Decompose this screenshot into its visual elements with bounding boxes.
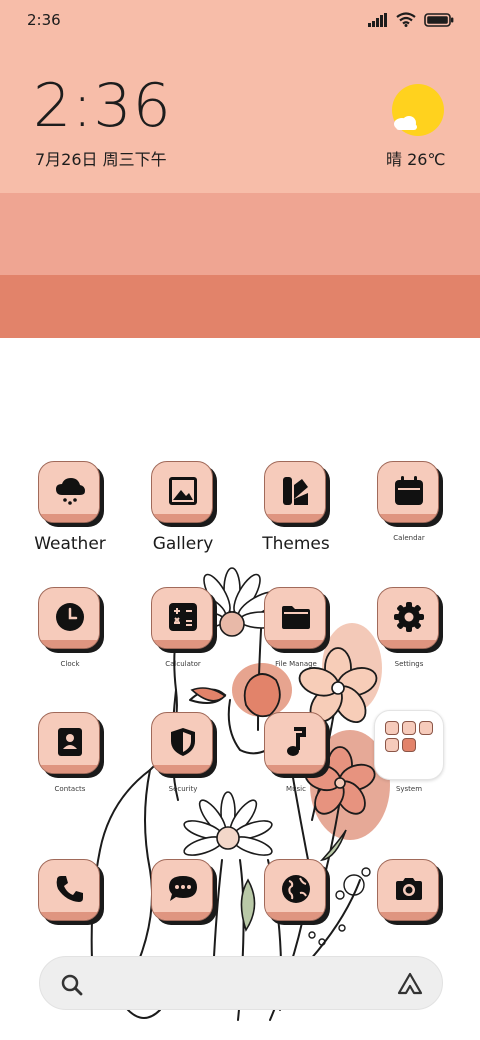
app-label: Themes xyxy=(262,534,330,554)
search-icon[interactable] xyxy=(60,973,84,997)
wallpaper-band-bottom xyxy=(0,275,480,338)
cloud-snow-icon xyxy=(56,478,85,505)
battery-icon xyxy=(424,12,454,27)
app-label: Calculator xyxy=(165,660,201,668)
app-label: Calendar xyxy=(393,534,425,542)
app-label: Settings xyxy=(394,660,424,668)
app-label: Clock xyxy=(60,660,80,668)
cloud-icon xyxy=(394,116,417,130)
calendar-icon xyxy=(395,476,423,505)
search-bar[interactable] xyxy=(39,956,443,1010)
globe-icon xyxy=(282,875,310,903)
themes-icon xyxy=(283,477,308,505)
calculator-icon xyxy=(169,603,197,631)
app-label: System xyxy=(395,785,423,793)
wallpaper-band-middle xyxy=(0,193,480,275)
widget-clock[interactable]: 2:36 xyxy=(33,76,172,136)
camera-icon xyxy=(396,878,422,900)
signal-icon xyxy=(368,12,387,27)
app-label: Security xyxy=(168,785,198,793)
clock-icon xyxy=(56,603,84,631)
status-icons xyxy=(368,12,454,27)
assistant-icon[interactable] xyxy=(396,971,424,997)
gear-icon xyxy=(394,602,424,632)
wifi-icon xyxy=(396,12,416,27)
music-note-icon xyxy=(287,727,306,756)
shield-icon xyxy=(171,728,195,756)
folder-icon xyxy=(282,606,310,629)
app-label: Contacts xyxy=(54,785,86,793)
status-time: 2:36 xyxy=(27,11,61,29)
app-label: Gallery xyxy=(152,534,214,554)
app-label: File Manage xyxy=(275,660,317,668)
message-icon xyxy=(169,876,197,901)
app-label: Music xyxy=(286,785,306,793)
contacts-icon xyxy=(58,728,82,756)
widget-date: 7月26日 周三下午 xyxy=(35,150,167,169)
widget-weather: 晴 26℃ xyxy=(386,150,446,169)
folder-preview xyxy=(374,710,444,780)
phone-icon xyxy=(56,876,83,902)
image-icon xyxy=(169,477,197,505)
app-label: Weather xyxy=(34,534,106,554)
